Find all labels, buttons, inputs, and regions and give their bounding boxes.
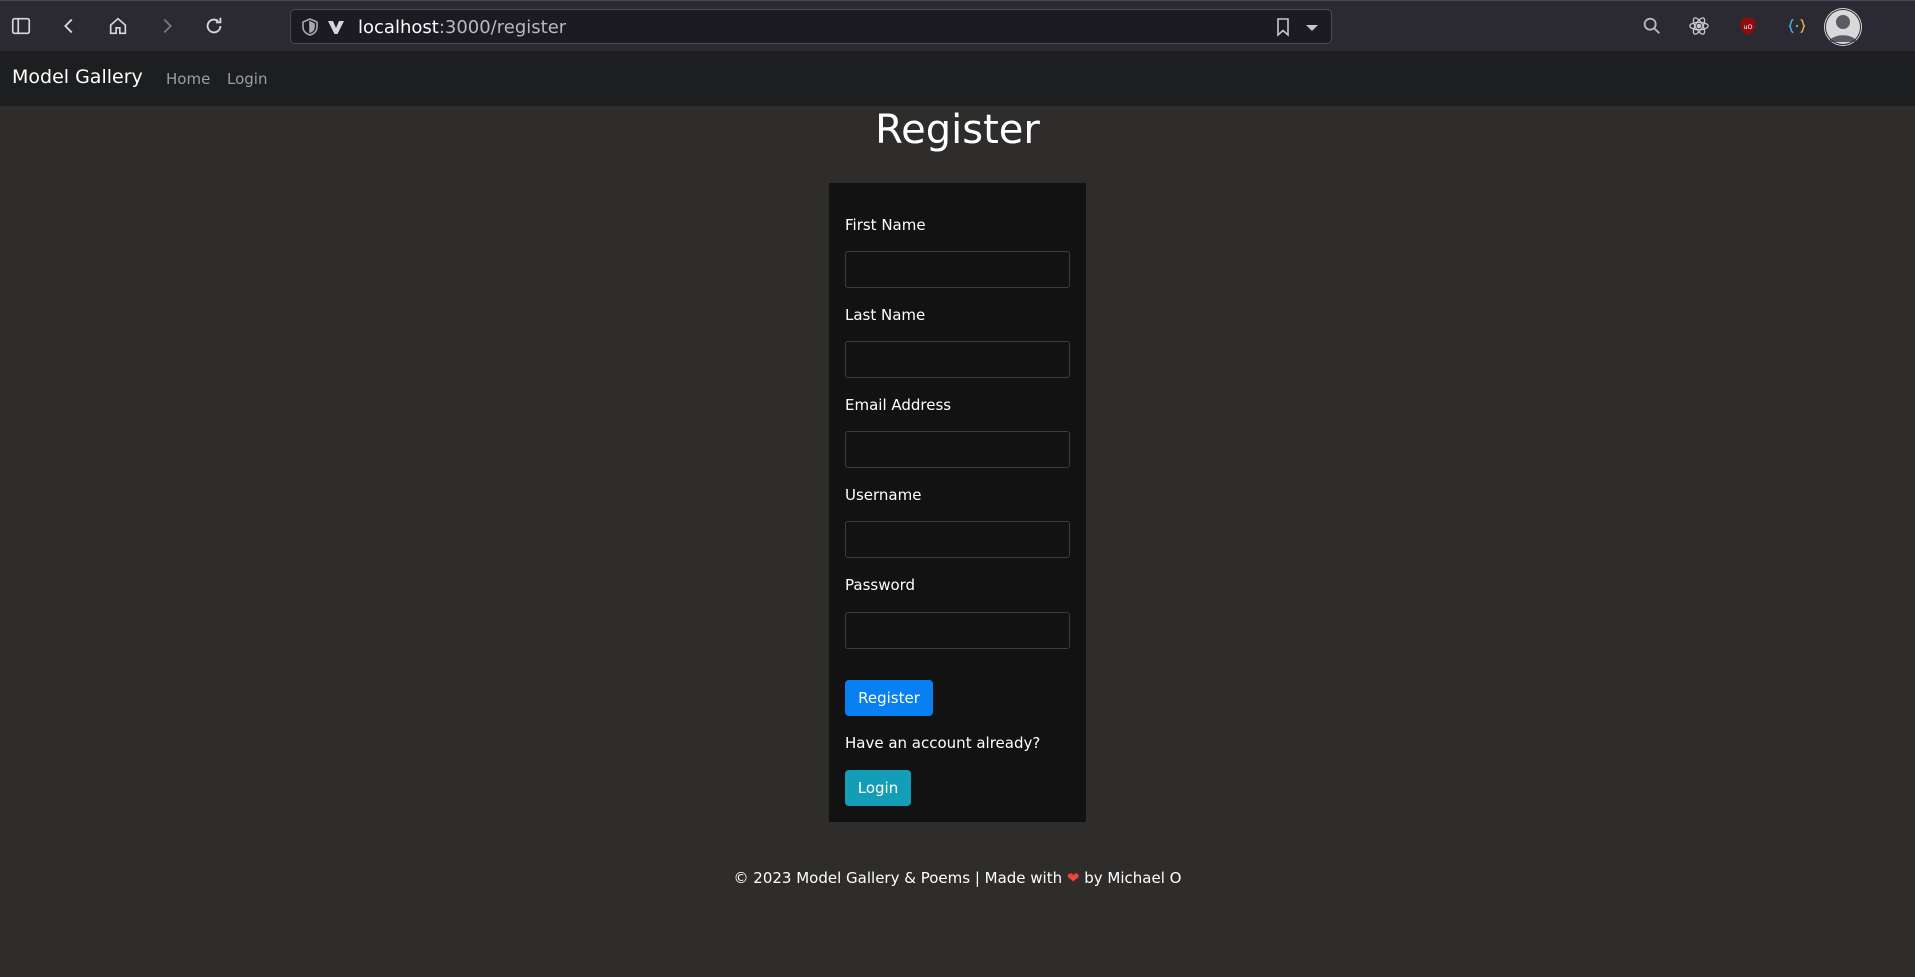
sidebar-toggle-icon[interactable] <box>9 14 33 38</box>
ublock-origin-icon[interactable]: uO <box>1736 14 1760 38</box>
password-field[interactable] <box>845 612 1070 649</box>
username-field[interactable] <box>845 521 1070 558</box>
search-icon[interactable] <box>1640 14 1664 38</box>
forward-icon[interactable] <box>155 14 179 38</box>
shield-icon[interactable] <box>301 17 319 41</box>
back-icon[interactable] <box>57 14 81 38</box>
extension-v-icon[interactable] <box>327 18 345 40</box>
profile-avatar-icon[interactable] <box>1824 8 1862 46</box>
username-label: Username <box>845 486 922 504</box>
nav-link-home[interactable]: Home <box>166 70 210 88</box>
email-field[interactable] <box>845 431 1070 468</box>
navbar-brand[interactable]: Model Gallery <box>12 66 143 88</box>
register-form: First Name Last Name Email Address Usern… <box>829 183 1086 822</box>
footer-prefix: © 2023 Model Gallery & Poems | Made with <box>733 869 1063 887</box>
footer-suffix: by Michael O <box>1084 869 1182 887</box>
browser-toolbar: localhost:3000/register uO <box>0 0 1915 52</box>
home-icon[interactable] <box>106 14 130 38</box>
dropdown-arrow-icon[interactable] <box>1305 17 1319 41</box>
url-host: localhost <box>358 17 439 38</box>
email-label: Email Address <box>845 396 952 414</box>
url-path: :3000/register <box>438 17 567 38</box>
register-button[interactable]: Register <box>845 680 933 716</box>
footer: © 2023 Model Gallery & Poems | Made with… <box>0 869 1915 887</box>
page-title: Register <box>875 107 1040 153</box>
heart-icon: ❤ <box>1066 869 1080 887</box>
json-viewer-icon[interactable] <box>1785 14 1809 38</box>
svg-text:uO: uO <box>1743 23 1752 31</box>
nav-link-login[interactable]: Login <box>227 70 267 88</box>
first-name-field[interactable] <box>845 251 1070 288</box>
last-name-label: Last Name <box>845 306 926 324</box>
bookmark-icon[interactable] <box>1275 17 1291 41</box>
last-name-field[interactable] <box>845 341 1070 378</box>
app-navbar: Model Gallery Home Login <box>0 51 1915 106</box>
login-button[interactable]: Login <box>845 770 911 806</box>
have-account-text: Have an account already? <box>845 734 1041 752</box>
url-text[interactable]: localhost:3000/register <box>358 17 566 38</box>
address-bar[interactable]: localhost:3000/register <box>290 9 1332 44</box>
first-name-label: First Name <box>845 216 926 234</box>
react-devtools-icon[interactable] <box>1687 14 1711 38</box>
reload-icon[interactable] <box>202 14 226 38</box>
password-label: Password <box>845 576 916 594</box>
